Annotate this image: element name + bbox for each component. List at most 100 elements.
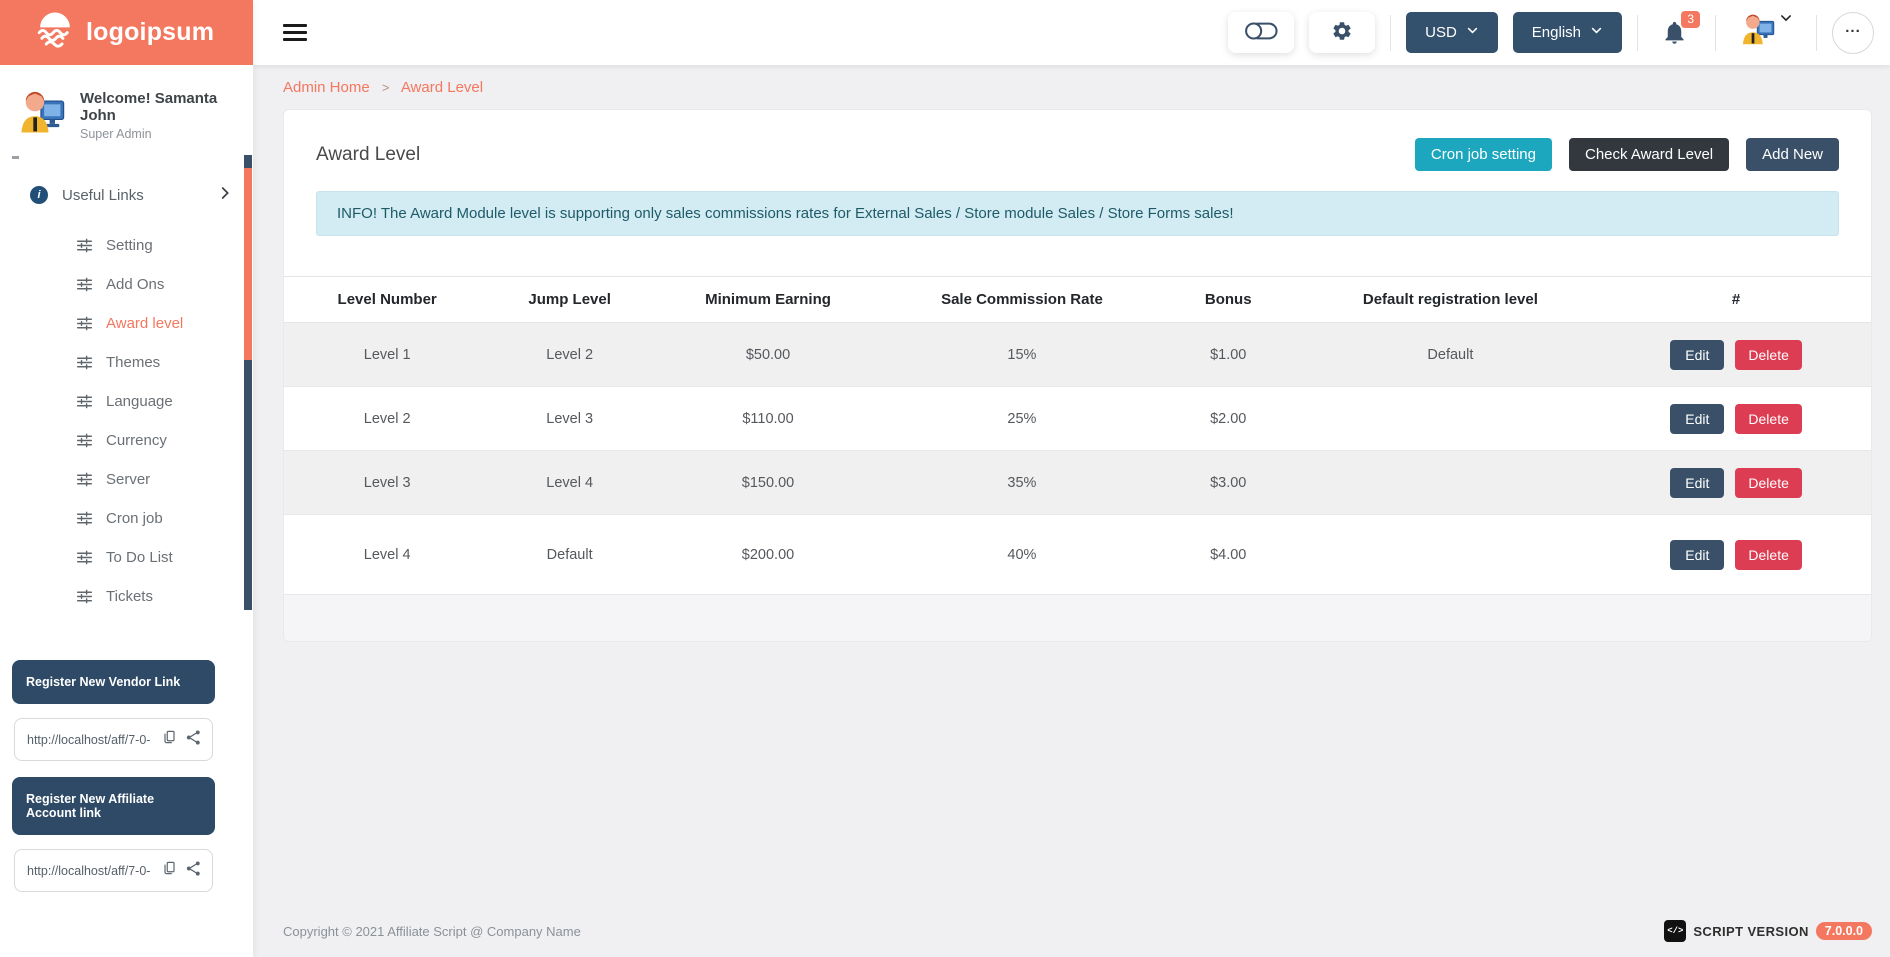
version-label: SCRIPT VERSION [1693,924,1808,939]
sidebar-scrollbar-thumb[interactable] [244,168,252,360]
breadcrumb-admin-home[interactable]: Admin Home [283,79,370,96]
sidebar-item-to-do-list[interactable]: To Do List [0,538,253,577]
table-empty-row [284,595,1871,641]
cell-jump-level: Level 3 [490,387,649,451]
sliders-icon [76,315,93,332]
info-icon: i [30,186,48,204]
copy-icon[interactable] [162,729,177,750]
language-dropdown[interactable]: English [1513,12,1622,53]
breadcrumb: Admin Home > Award Level [253,65,1890,96]
sidebar-section-useful-links[interactable]: i Useful Links [0,178,253,212]
check-award-level-button[interactable]: Check Award Level [1569,138,1729,171]
edit-button[interactable]: Edit [1670,404,1724,434]
logo[interactable]: logoipsum [0,0,253,65]
cell-commission-rate: 15% [887,323,1157,387]
sidebar-item-add-ons[interactable]: Add Ons [0,265,253,304]
register-vendor-button[interactable]: Register New Vendor Link [12,660,215,704]
breadcrumb-separator: > [382,80,390,95]
table-row: Level 1 Level 2 $50.00 15% $1.00 Default… [284,323,1871,387]
cell-level-number: Level 2 [284,387,490,451]
cell-level-number: Level 4 [284,515,490,595]
divider [1637,15,1638,51]
cell-bonus: $1.00 [1157,323,1300,387]
share-icon[interactable] [185,729,202,751]
logo-wave-icon [34,9,76,56]
chevron-down-icon [1590,24,1603,41]
user-avatar [1739,11,1777,54]
logo-text: logoipsum [86,18,214,47]
cron-job-setting-button[interactable]: Cron job setting [1415,138,1552,171]
cell-default-level [1300,515,1602,595]
sidebar-scrollbar[interactable] [244,155,252,610]
column-header: # [1601,277,1871,323]
award-level-card: Award Level Cron job setting Check Award… [283,109,1872,642]
copy-icon[interactable] [162,860,177,881]
cell-minimum-earning: $200.00 [649,515,887,595]
cell-commission-rate: 25% [887,387,1157,451]
user-menu[interactable] [1731,11,1801,54]
notifications-button[interactable]: 3 [1653,15,1700,51]
sliders-icon [76,510,93,527]
column-header: Default registration level [1300,277,1602,323]
settings-button[interactable] [1309,12,1375,53]
sidebar-item-tickets[interactable]: Tickets [0,577,253,616]
page-title: Award Level [316,144,420,166]
award-levels-table: Level Number Jump Level Minimum Earning … [284,276,1871,641]
register-links-block: Register New Vendor Link http://localhos… [12,660,215,908]
column-header: Level Number [284,277,490,323]
toggle-icon [1243,19,1279,46]
cell-bonus: $4.00 [1157,515,1300,595]
share-icon[interactable] [185,860,202,882]
user-role: Super Admin [80,127,239,141]
cell-default-level: Default [1300,323,1602,387]
vendor-link-url: http://localhost/aff/7-0- [27,733,154,747]
cell-level-number: Level 1 [284,323,490,387]
hamburger-menu-icon[interactable] [283,20,307,45]
gear-icon [1331,20,1353,45]
theme-toggle-button[interactable] [1228,12,1294,53]
copyright-text: Copyright © 2021 Affiliate Script @ Comp… [283,924,581,939]
affiliate-link-input[interactable]: http://localhost/aff/7-0- [14,849,213,892]
sidebar-item-server[interactable]: Server [0,460,253,499]
table-header-row: Level Number Jump Level Minimum Earning … [284,277,1871,323]
delete-button[interactable]: Delete [1735,468,1801,498]
version-badge: 7.0.0.0 [1816,922,1872,940]
sliders-icon [76,432,93,449]
vendor-link-input[interactable]: http://localhost/aff/7-0- [14,718,213,761]
edit-button[interactable]: Edit [1670,540,1724,570]
sidebar-item-themes[interactable]: Themes [0,343,253,382]
chevron-right-icon [217,185,233,206]
topbar: USD English 3 [253,0,1890,65]
more-options-button[interactable]: ... [1832,12,1874,54]
bell-icon [1661,33,1688,50]
cell-bonus: $3.00 [1157,451,1300,515]
cell-commission-rate: 35% [887,451,1157,515]
sidebar-item-language[interactable]: Language [0,382,253,421]
sliders-icon [76,549,93,566]
register-affiliate-button[interactable]: Register New Affiliate Account link [12,777,215,835]
row-actions: Edit Delete [1601,540,1871,570]
sidebar-item-cron-job[interactable]: Cron job [0,499,253,538]
row-actions: Edit Delete [1601,468,1871,498]
cell-jump-level: Level 2 [490,323,649,387]
sidebar-item-award-level[interactable]: Award level [0,304,253,343]
add-new-button[interactable]: Add New [1746,138,1839,171]
divider [1816,15,1817,51]
edit-button[interactable]: Edit [1670,468,1724,498]
breadcrumb-current[interactable]: Award Level [401,79,483,96]
delete-button[interactable]: Delete [1735,404,1801,434]
sidebar-item-currency[interactable]: Currency [0,421,253,460]
sliders-icon [76,276,93,293]
sidebar-item-setting[interactable]: Setting [0,226,253,265]
row-actions: Edit Delete [1601,340,1871,370]
notification-badge: 3 [1681,11,1700,28]
welcome-text: Welcome! Samanta John [80,90,239,124]
delete-button[interactable]: Delete [1735,540,1801,570]
sliders-icon [76,237,93,254]
currency-dropdown[interactable]: USD [1406,12,1498,53]
delete-button[interactable]: Delete [1735,340,1801,370]
sliders-icon [76,588,93,605]
table-row: Level 3 Level 4 $150.00 35% $3.00 Edit D… [284,451,1871,515]
cell-level-number: Level 3 [284,451,490,515]
edit-button[interactable]: Edit [1670,340,1724,370]
